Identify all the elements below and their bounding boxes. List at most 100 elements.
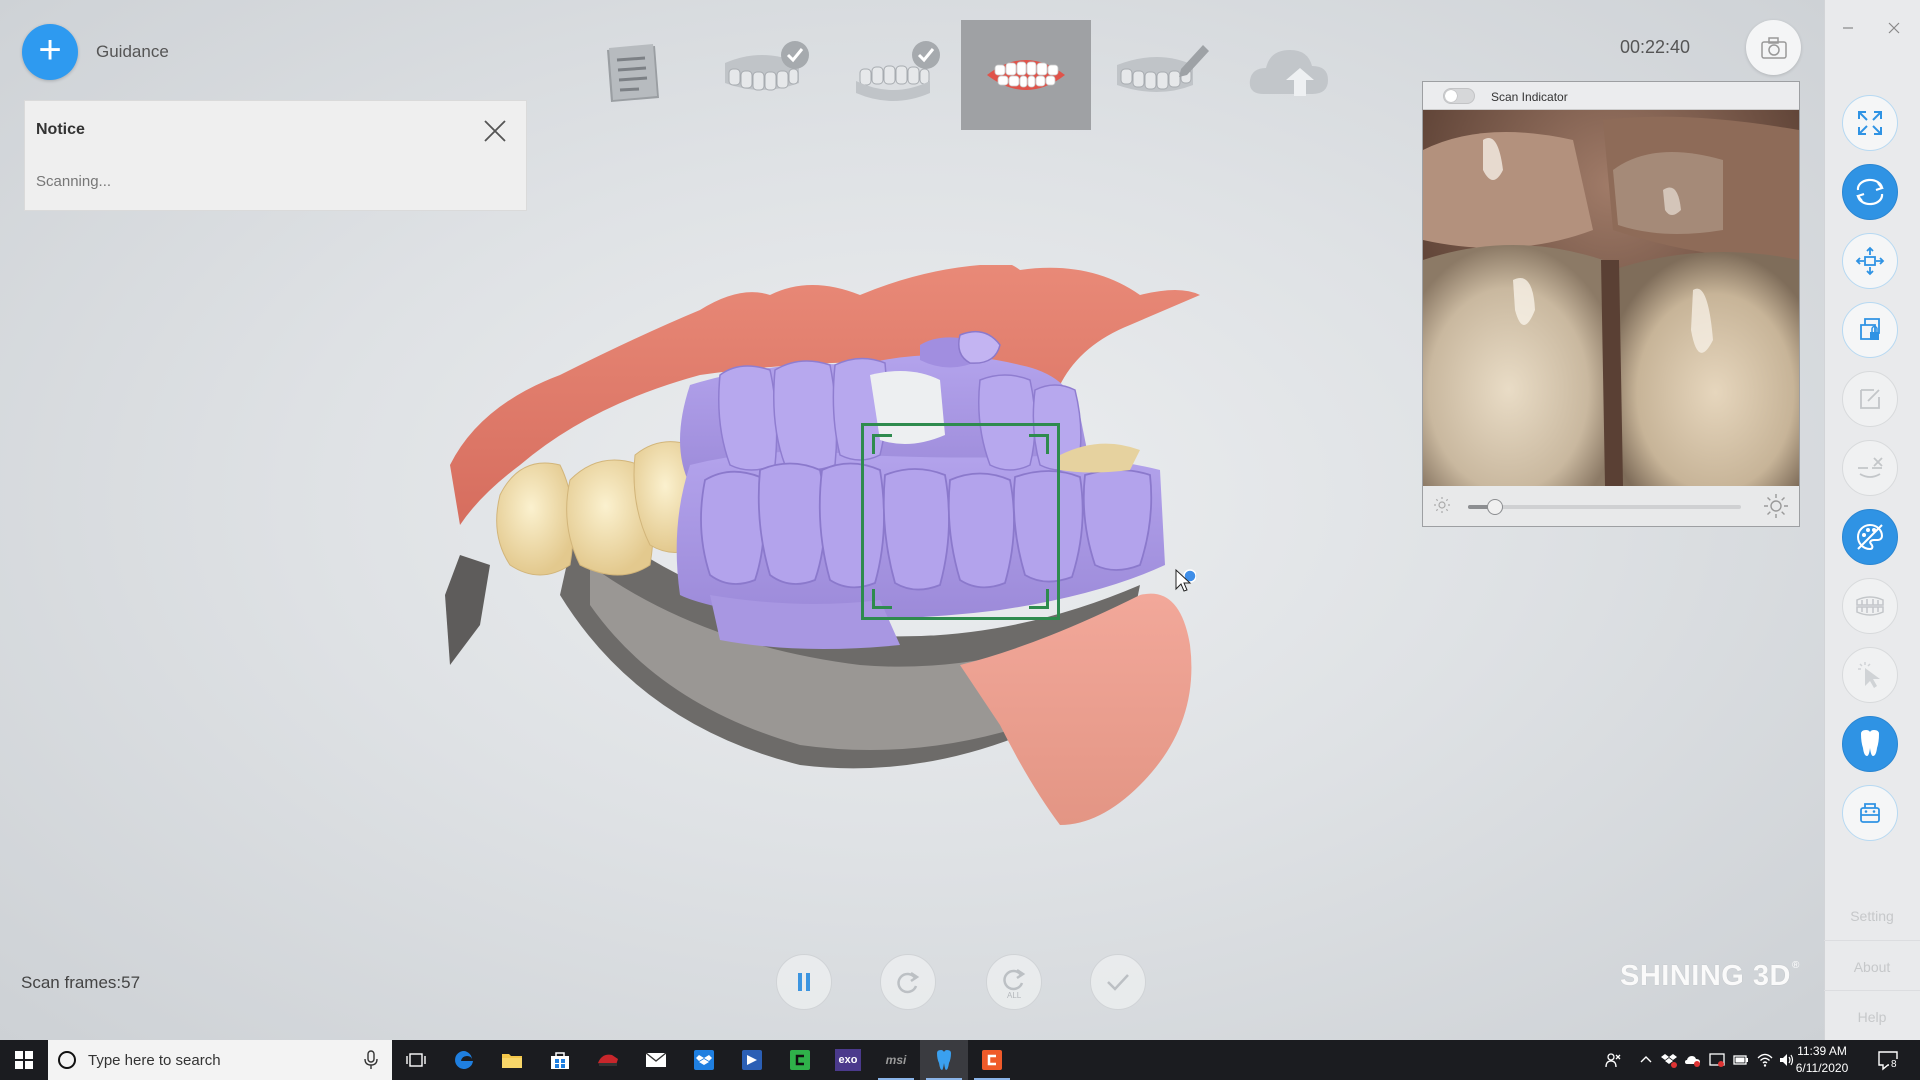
taskbar-dropbox[interactable] [680,1040,728,1080]
brand-logo: SHINING 3D [1620,960,1791,992]
move-view-button[interactable] [1842,233,1898,289]
edit-tool-button[interactable] [1842,371,1898,427]
rotate-view-button[interactable] [1842,164,1898,220]
help-link[interactable]: Help [1824,1009,1920,1025]
lock-region-button[interactable] [1842,302,1898,358]
task-view-icon [406,1053,426,1067]
select-tool-button[interactable] [1842,647,1898,703]
confirm-button[interactable] [1090,954,1146,1010]
frame-corner [872,589,892,609]
occlusion-button[interactable] [1842,578,1898,634]
security-icon[interactable] [1708,1051,1726,1069]
pause-button[interactable] [776,954,832,1010]
fit-view-button[interactable] [1842,95,1898,151]
setting-link[interactable]: Setting [1824,908,1920,924]
texture-button[interactable] [1842,509,1898,565]
taskbar-app-red[interactable] [584,1040,632,1080]
tooth-icon [1861,730,1879,756]
brightness-low-icon [1434,497,1450,513]
exo-label: exo [838,1054,858,1066]
taskbar-app-green[interactable] [776,1040,824,1080]
document-icon [607,44,659,102]
bite-icon [987,60,1065,90]
taskbar-store[interactable] [536,1040,584,1080]
plus-icon: + [38,28,62,72]
wifi-icon[interactable] [1756,1051,1774,1069]
taskbar-mail[interactable] [632,1040,680,1080]
step-bite[interactable] [961,20,1091,130]
app-icon [982,1050,1002,1070]
mail-icon [645,1052,667,1067]
app-icon [598,1054,618,1066]
brightness-controls [1423,486,1799,526]
folder-icon [502,1054,522,1068]
taskbar-file-explorer[interactable] [488,1040,536,1080]
brightness-slider[interactable] [1468,499,1741,515]
notification-count: 8 [1889,1059,1899,1070]
microphone-icon[interactable] [364,1050,378,1070]
upper-jaw-icon [725,41,809,91]
pencil-icon [1860,389,1880,409]
step-order-info[interactable] [567,20,697,130]
edit-jaw-icon [1117,45,1209,92]
trim-tool-button[interactable] [1842,440,1898,496]
guidance-button[interactable]: + [22,24,78,80]
scan-indicator-window: Scan Indicator [1422,81,1800,527]
lower-jaw-icon [856,41,940,101]
taskbar-search-box[interactable]: Type here to search [48,1040,392,1080]
about-link[interactable]: About [1824,959,1920,975]
step-edit[interactable] [1093,20,1223,130]
screenshot-button[interactable] [1746,20,1801,75]
scan-timer: 00:22:40 [1620,37,1691,57]
camera-icon [1760,36,1787,59]
cloud-upload-icon [1249,50,1328,96]
notice-panel: Notice Scanning... [24,100,527,211]
tooth-button[interactable] [1842,716,1898,772]
taskbar-dental-app[interactable] [920,1040,968,1080]
check-icon [1107,974,1129,991]
step-upload[interactable] [1224,20,1354,130]
notice-title: Notice [36,121,85,138]
taskbar-edge[interactable] [440,1040,488,1080]
expand-icon [1858,111,1882,135]
tooth-icon [937,1050,951,1070]
show-hidden-icons[interactable] [1637,1051,1655,1069]
start-button[interactable] [0,1040,48,1080]
action-center-button[interactable]: 8 [1876,1048,1900,1072]
redo-all-button[interactable]: ALL [986,954,1042,1010]
taskbar-exo[interactable]: exo [824,1040,872,1080]
brightness-slider-thumb[interactable] [1487,499,1504,515]
exo-icon: exo [835,1049,861,1071]
onedrive-icon[interactable] [1684,1051,1702,1069]
scan-focus-frame [861,423,1060,620]
search-placeholder: Type here to search [88,1052,221,1069]
clock-time: 11:39 AM [1797,1044,1847,1058]
minimize-button[interactable] [1834,14,1862,42]
scan-indicator-toggle[interactable] [1443,88,1475,104]
teeth-icon [1856,596,1884,616]
step-lower-jaw[interactable] [828,20,958,130]
frame-corner [872,434,892,454]
step-upper-jaw[interactable] [697,20,827,130]
scanner-app: + Guidance Notice Scanning... 00:22:40 S… [0,0,1824,1040]
mouse-cursor-icon [1175,568,1196,592]
msi-icon: msi [885,1053,907,1067]
close-icon[interactable] [479,115,511,147]
close-icon [1888,22,1900,34]
minimize-icon [1843,27,1853,29]
scanner-button[interactable] [1842,785,1898,841]
taskbar-app-blue[interactable] [728,1040,776,1080]
taskbar-app-orange[interactable] [968,1040,1016,1080]
redo-icon [897,971,920,994]
trim-icon [1858,457,1883,478]
windows-taskbar: Type here to search exo msi 11:39 AM 6/1… [0,1040,1920,1080]
taskbar-msi[interactable]: msi [872,1040,920,1080]
people-icon[interactable] [1604,1051,1622,1069]
taskbar-task-view[interactable] [392,1040,440,1080]
redo-button[interactable] [880,954,936,1010]
close-window-button[interactable] [1880,14,1908,42]
guidance-label: Guidance [96,42,169,61]
taskbar-clock[interactable]: 11:39 AM 6/11/2020 [1784,1043,1860,1077]
dropbox-tray-icon[interactable] [1660,1051,1678,1069]
battery-icon[interactable] [1732,1051,1750,1069]
